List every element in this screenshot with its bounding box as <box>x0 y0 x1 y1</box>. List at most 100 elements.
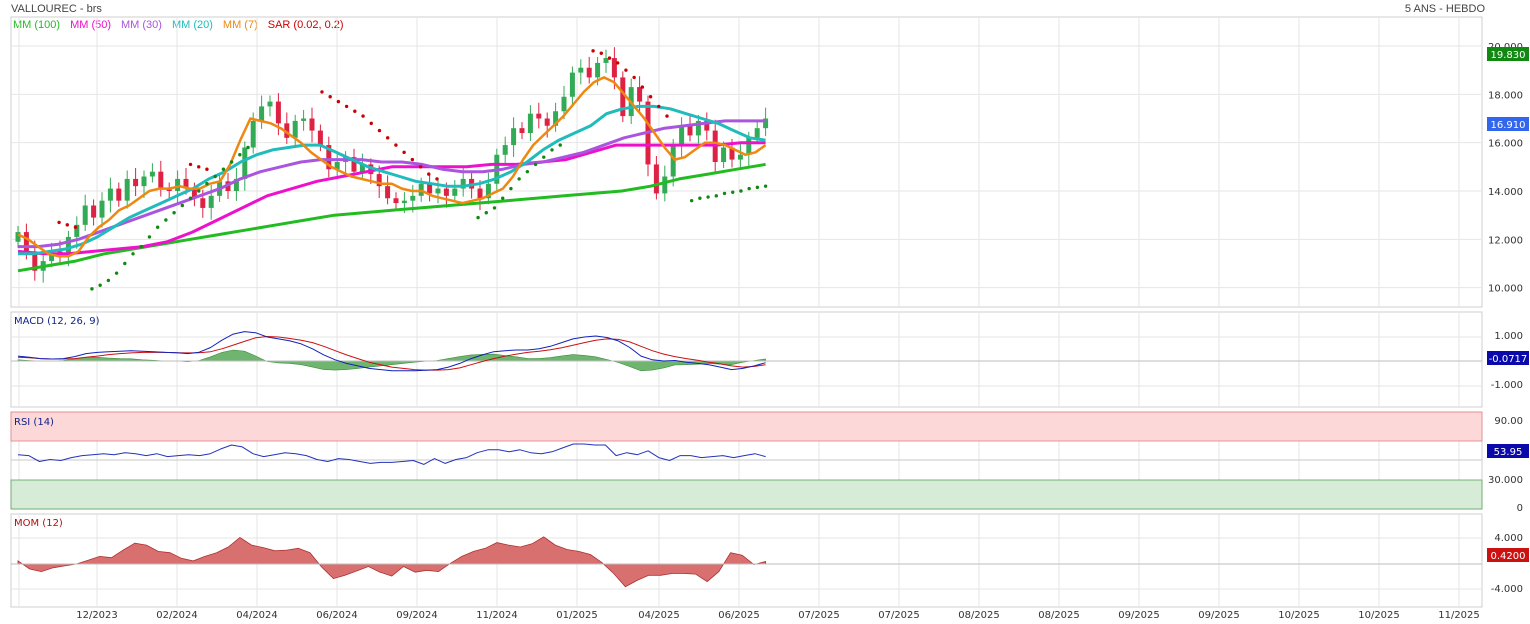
candle-body <box>250 120 256 148</box>
candle-body <box>452 188 458 196</box>
sar-dot-below <box>747 186 751 191</box>
sar-dot-below <box>689 198 694 203</box>
x-tick-label: 06/2024 <box>316 610 358 621</box>
candle-body <box>578 67 584 73</box>
candle-body <box>427 183 433 194</box>
candle-body <box>393 198 399 204</box>
y-tick-label: 12.000 <box>1488 235 1523 246</box>
sar-dot-above <box>385 136 390 140</box>
candle-body <box>662 176 668 194</box>
sar-dot-below <box>525 169 530 174</box>
candle-body <box>410 195 416 201</box>
ma20-line <box>18 104 766 256</box>
sar-dot-below <box>492 206 497 210</box>
rsi-overbought-zone <box>10 411 1483 442</box>
sar-dot-below <box>501 196 505 200</box>
sar-dot-below <box>739 189 743 193</box>
chart-stage: VALLOUREC - brs 5 ANS - HEBDO MM (100) MM… <box>0 0 1530 624</box>
macd-label: MACD (12, 26, 9) <box>14 316 100 327</box>
sar-dot-above <box>57 220 61 225</box>
x-tick-label: 08/2025 <box>958 610 1000 621</box>
sar-dot-above <box>402 150 406 155</box>
sar-dot-below <box>172 211 176 215</box>
candle-body <box>149 171 155 177</box>
sar-dot-below <box>533 162 538 167</box>
x-tick-label: 02/2024 <box>156 610 198 621</box>
candle-body <box>175 178 181 191</box>
sar-dot-below <box>238 153 242 157</box>
price-last-badge: 16.910 <box>1491 120 1526 131</box>
candle-body <box>317 130 323 146</box>
rsi-tick: 90.00 <box>1494 416 1523 427</box>
x-tick-label: 04/2024 <box>236 610 278 621</box>
x-tick-label: 08/2025 <box>1038 610 1080 621</box>
sar-dot-below <box>106 278 111 283</box>
x-tick-label: 12/2023 <box>76 610 118 621</box>
candle-body <box>519 128 525 133</box>
sar-dot-below <box>229 160 234 164</box>
sar-dot-below <box>155 225 160 229</box>
rsi-line <box>17 443 766 465</box>
candle-body <box>527 113 533 133</box>
candle-body <box>536 113 542 119</box>
candle-body <box>23 232 29 252</box>
x-tick-label: 01/2025 <box>556 610 598 621</box>
candle-body <box>611 58 617 78</box>
x-tick-label: 06/2025 <box>718 610 760 621</box>
sar-dot-below <box>123 261 127 266</box>
sar-dot-below <box>205 182 209 186</box>
candle-body <box>124 178 130 201</box>
candle-body <box>746 137 752 155</box>
sar-dot-above <box>632 75 636 80</box>
candle-body <box>544 118 550 126</box>
macd-tick: -1.000 <box>1491 380 1523 391</box>
sar-dot-above <box>205 167 209 171</box>
x-tick-label: 07/2025 <box>798 610 840 621</box>
sar-dot-below <box>164 218 168 222</box>
mom-tick: 4.000 <box>1494 533 1523 544</box>
candle-body <box>15 232 21 242</box>
candle-body <box>141 176 147 187</box>
candle-body <box>107 188 113 201</box>
sar-dot-above <box>427 172 431 176</box>
sar-dot-above <box>377 128 382 133</box>
candle-body <box>754 128 760 138</box>
sar-dot-above <box>657 104 661 109</box>
x-tick-label: 09/2024 <box>396 610 438 621</box>
sar-dot-below <box>509 186 513 191</box>
macd-tick: 1.000 <box>1494 331 1523 342</box>
sar-dot-above <box>435 177 439 181</box>
sar-dot-below <box>714 194 719 198</box>
y-tick-label: 16.000 <box>1488 139 1523 150</box>
sar-dot-below <box>722 191 727 196</box>
chart-svg: 12/2023 02/2024 04/2024 06/2024 09/2024 11/20… <box>10 16 1529 621</box>
candle-body <box>200 198 206 208</box>
candle-body <box>511 128 517 146</box>
sar-dot-above <box>394 143 398 147</box>
candle-body <box>603 58 609 63</box>
candle-body <box>569 72 575 97</box>
ma50-line <box>17 141 766 256</box>
candle-body <box>292 120 298 138</box>
mom-label: MOM (12) <box>14 518 63 529</box>
sar-dot-below <box>90 287 94 291</box>
rsi-value-badge: 53.95 <box>1494 447 1523 458</box>
sar-dot-below <box>147 235 152 239</box>
y-tick-label: 14.000 <box>1488 187 1523 198</box>
candle-body <box>133 178 139 187</box>
candle-body <box>91 205 97 218</box>
candle-body <box>586 67 592 78</box>
candle-body <box>435 188 441 194</box>
sar-dot-above <box>418 165 423 169</box>
mom-tick: -4.000 <box>1491 584 1523 595</box>
sar-dot-above <box>599 51 603 55</box>
candle-body <box>275 101 281 124</box>
x-tick-label: 04/2025 <box>638 610 680 621</box>
sar-dot-below <box>98 283 102 287</box>
x-tick-label: 11/2025 <box>1438 610 1480 621</box>
y-tick-label: 10.000 <box>1488 284 1523 295</box>
candle-body <box>99 200 105 218</box>
candle-body <box>259 106 265 121</box>
sar-dot-above <box>624 68 628 72</box>
sar-dot-below <box>476 215 480 220</box>
